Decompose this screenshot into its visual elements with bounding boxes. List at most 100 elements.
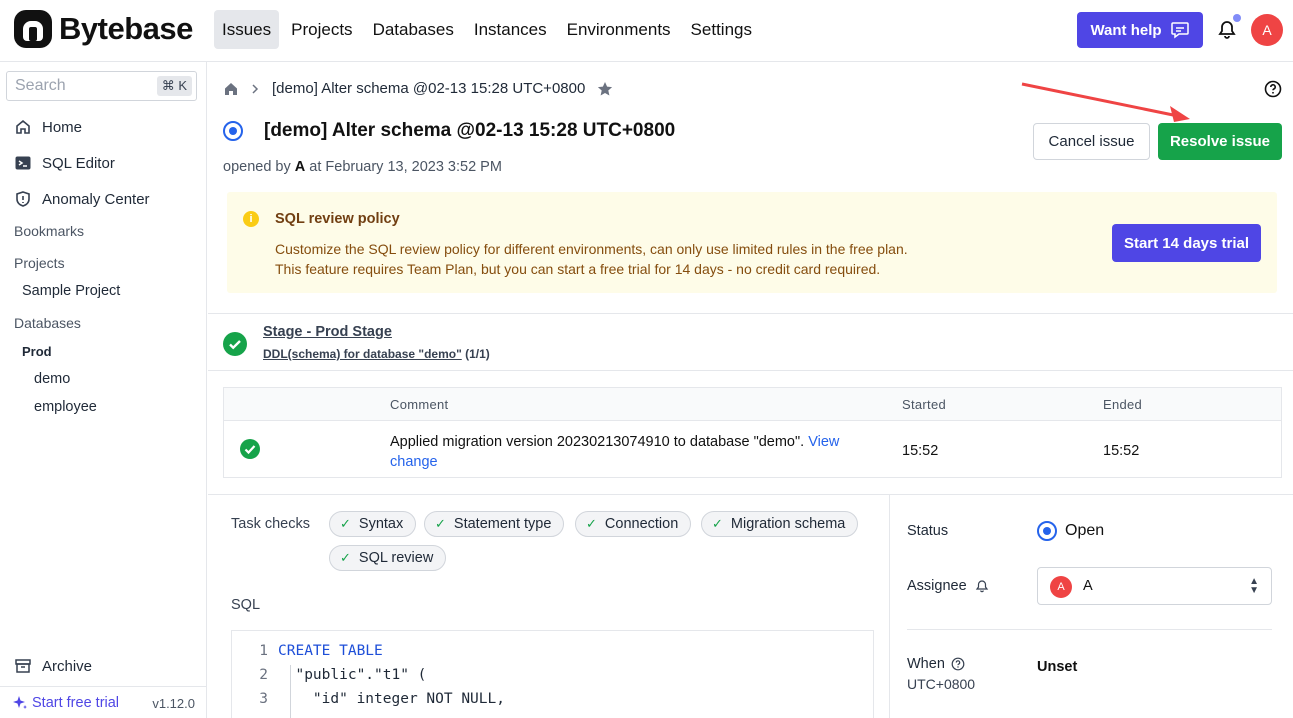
- terminal-icon: [15, 156, 31, 170]
- divider: [907, 629, 1272, 630]
- opened-by: A: [294, 159, 306, 175]
- sidebar: Search ⌘ K Home SQL Editor Anomaly Cente…: [0, 62, 207, 718]
- view-change-link[interactable]: View: [808, 434, 839, 450]
- assignee-label-row: Assignee: [907, 578, 989, 594]
- header-ended: Ended: [1103, 397, 1143, 412]
- sql-editor[interactable]: 1 CREATE TABLE 2 "public"."t1" ( 3 "id" i…: [231, 630, 874, 718]
- chip-label: Migration schema: [730, 516, 846, 532]
- nav-settings[interactable]: Settings: [683, 10, 760, 49]
- chip-label: Statement type: [453, 516, 552, 532]
- when-value[interactable]: Unset: [1037, 659, 1077, 675]
- banner-title: SQL review policy: [275, 211, 400, 227]
- divider: [208, 370, 1293, 371]
- check-chip-statement-type[interactable]: ✓ Statement type: [424, 511, 565, 537]
- start-trial-button[interactable]: Start 14 days trial: [1112, 224, 1261, 262]
- check-chip-syntax[interactable]: ✓ Syntax: [329, 511, 417, 537]
- breadcrumb: [demo] Alter schema @02-13 15:28 UTC+080…: [224, 80, 613, 97]
- banner-line-1: Customize the SQL review policy for diff…: [275, 241, 908, 257]
- stage-title[interactable]: Stage - Prod Stage: [263, 324, 392, 340]
- search-shortcut: ⌘ K: [156, 76, 192, 96]
- projects-heading[interactable]: Projects: [14, 255, 65, 271]
- header-comment: Comment: [390, 397, 449, 412]
- assignee-select[interactable]: A A ▲ ▼: [1037, 567, 1272, 605]
- want-help-label: Want help: [1090, 21, 1162, 39]
- opened-at: at February 13, 2023 3:52 PM: [309, 159, 502, 175]
- sparkle-icon: [13, 696, 27, 709]
- chip-label: Syntax: [358, 516, 404, 532]
- code-line: 2 "public"."t1" (: [232, 663, 426, 687]
- want-help-button[interactable]: Want help: [1077, 12, 1203, 48]
- bell-alert-icon[interactable]: [975, 579, 989, 593]
- bookmarks-heading[interactable]: Bookmarks: [14, 223, 84, 239]
- check-icon: ✓: [435, 516, 446, 531]
- sidebar-project-sample[interactable]: Sample Project: [22, 283, 120, 299]
- code-line: 1 CREATE TABLE: [232, 639, 383, 663]
- logo-text: Bytebase: [59, 11, 193, 46]
- nav-instances[interactable]: Instances: [466, 10, 555, 49]
- sidebar-item-label: SQL Editor: [42, 154, 115, 172]
- status-label: Status: [907, 523, 949, 539]
- when-label-row: When: [907, 656, 965, 672]
- sidebar-item-label: Home: [42, 118, 83, 136]
- line-number: 2: [259, 667, 268, 683]
- shield-icon: [16, 191, 30, 207]
- table-header: Comment Started Ended: [224, 388, 1281, 421]
- comment-text: Applied migration version 20230213074910…: [390, 434, 805, 450]
- table-row-ended: 15:52: [1103, 443, 1140, 459]
- code-text: "id" integer NOT NULL,: [312, 691, 505, 707]
- sidebar-env-prod[interactable]: Prod: [22, 344, 52, 359]
- code-text: "public"."t1" (: [295, 667, 427, 683]
- status-open-icon: [1037, 521, 1057, 541]
- nav-environments[interactable]: Environments: [559, 10, 679, 49]
- info-icon: i: [243, 211, 259, 227]
- cancel-issue-button[interactable]: Cancel issue: [1033, 123, 1150, 160]
- sidebar-item-anomaly-center[interactable]: Anomaly Center: [14, 190, 150, 208]
- banner-text: Customize the SQL review policy for diff…: [275, 239, 908, 279]
- nav-projects[interactable]: Projects: [283, 10, 360, 49]
- check-chip-sql-review[interactable]: ✓ SQL review: [329, 545, 447, 571]
- task-run-table: Comment Started Ended Applied migration …: [223, 387, 1282, 478]
- nav-issues[interactable]: Issues: [214, 10, 280, 49]
- view-change-link-2[interactable]: change: [390, 454, 438, 470]
- top-bar: Bytebase Issues Projects Databases Insta…: [0, 0, 1293, 62]
- search-input[interactable]: Search ⌘ K: [6, 71, 197, 101]
- archive-icon: [15, 659, 31, 673]
- sql-review-banner: i SQL review policy Customize the SQL re…: [227, 192, 1277, 293]
- resolve-issue-button[interactable]: Resolve issue: [1158, 123, 1282, 160]
- home-icon[interactable]: [224, 82, 238, 96]
- assignee-name: A: [1083, 578, 1093, 594]
- issue-opened-info: opened by A at February 13, 2023 3:52 PM: [223, 159, 502, 175]
- code-text: CREATE TABLE: [278, 643, 383, 659]
- line-number: 1: [259, 643, 268, 659]
- check-icon: ✓: [712, 516, 723, 531]
- divider: [208, 494, 1293, 495]
- start-free-trial-label: Start free trial: [32, 695, 120, 711]
- banner-line-2: This feature requires Team Plan, but you…: [275, 261, 881, 277]
- bell-icon[interactable]: [1216, 19, 1238, 41]
- issue-title[interactable]: [demo] Alter schema @02-13 15:28 UTC+080…: [264, 120, 675, 142]
- sidebar-item-home[interactable]: Home: [14, 118, 82, 136]
- sidebar-item-archive[interactable]: Archive: [14, 657, 92, 675]
- stage-task-link[interactable]: DDL(schema) for database "demo": [263, 347, 462, 361]
- help-icon[interactable]: [951, 657, 965, 671]
- databases-heading[interactable]: Databases: [14, 315, 81, 331]
- star-icon[interactable]: [597, 81, 613, 97]
- start-free-trial-link[interactable]: Start free trial: [12, 695, 119, 711]
- nav-databases[interactable]: Databases: [365, 10, 462, 49]
- sidebar-item-sql-editor[interactable]: SQL Editor: [14, 154, 115, 172]
- check-chip-migration-schema[interactable]: ✓ Migration schema: [701, 511, 859, 537]
- assignee-avatar: A: [1050, 576, 1072, 598]
- sidebar-db-employee[interactable]: employee: [34, 399, 97, 415]
- check-chip-connection[interactable]: ✓ Connection: [575, 511, 692, 537]
- user-avatar[interactable]: A: [1251, 14, 1283, 46]
- check-icon: ✓: [340, 550, 351, 565]
- bytebase-logo[interactable]: Bytebase: [14, 10, 193, 48]
- task-checks-label: Task checks: [231, 516, 310, 532]
- logo-icon: [14, 10, 52, 48]
- sidebar-db-demo[interactable]: demo: [34, 371, 70, 387]
- help-icon[interactable]: [1264, 80, 1282, 98]
- chevron-right-icon: [252, 83, 259, 94]
- select-updown-icon: ▲ ▼: [1249, 576, 1259, 596]
- search-placeholder: Search: [15, 77, 66, 94]
- sidebar-item-label: Anomaly Center: [42, 190, 150, 208]
